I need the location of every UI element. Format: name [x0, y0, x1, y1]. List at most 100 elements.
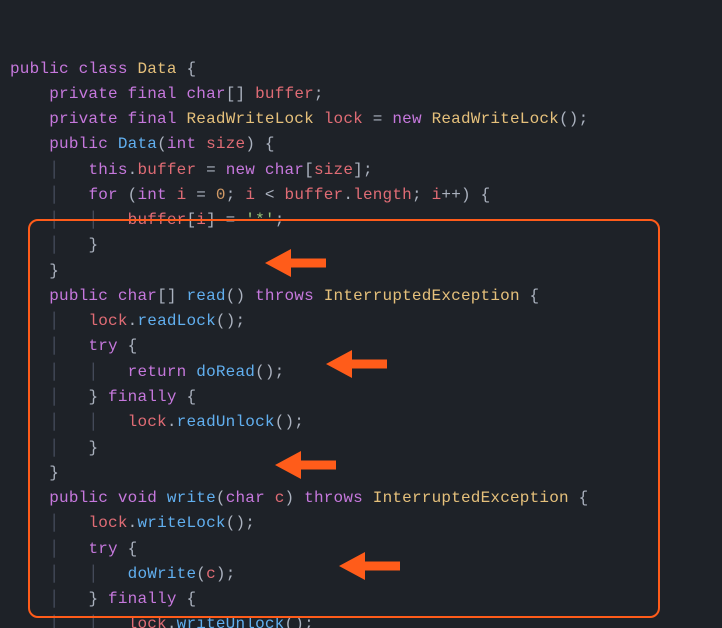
code-line: │ } — [10, 233, 722, 258]
token: lock — [88, 312, 127, 330]
token: │ — [49, 388, 88, 406]
token: │ — [49, 186, 88, 204]
token: Data — [137, 60, 176, 78]
code-line: │ try { — [10, 334, 722, 359]
token: try — [88, 540, 117, 558]
token: (); — [255, 363, 284, 381]
token — [196, 135, 206, 153]
token: public — [49, 287, 108, 305]
token: throws — [304, 489, 363, 507]
token: buffer — [137, 161, 196, 179]
code-line: │ │ lock.readUnlock(); — [10, 410, 722, 435]
token: char — [186, 85, 225, 103]
code-line: │ } — [10, 436, 722, 461]
code-line: private final char[] buffer; — [10, 82, 722, 107]
code-line: │ │ lock.writeUnlock(); — [10, 612, 722, 628]
token: } — [10, 464, 59, 482]
token: ReadWriteLock — [186, 110, 313, 128]
token — [10, 186, 49, 204]
token: (); — [226, 514, 255, 532]
token — [10, 363, 49, 381]
token: i — [432, 186, 442, 204]
token: . — [343, 186, 353, 204]
token — [10, 135, 49, 153]
token: i — [196, 211, 206, 229]
token — [10, 287, 49, 305]
token: writeUnlock — [177, 615, 285, 628]
token — [10, 590, 49, 608]
token — [128, 60, 138, 78]
token: final — [128, 85, 177, 103]
token — [10, 236, 49, 254]
token: } — [10, 262, 59, 280]
token: ++) { — [441, 186, 490, 204]
token: . — [167, 413, 177, 431]
token: new — [226, 161, 255, 179]
token: { — [569, 489, 589, 507]
token: lock — [128, 413, 167, 431]
token — [422, 110, 432, 128]
token: write — [167, 489, 216, 507]
token: public — [49, 135, 108, 153]
token — [118, 110, 128, 128]
token — [10, 439, 49, 457]
token: () — [226, 287, 255, 305]
token — [10, 489, 49, 507]
token — [10, 211, 49, 229]
token: ); — [216, 565, 236, 583]
token: │ │ — [49, 565, 127, 583]
code-line: │ for (int i = 0; i < buffer.length; i++… — [10, 183, 722, 208]
token: readLock — [137, 312, 215, 330]
token: final — [128, 110, 177, 128]
code-line: │ } finally { — [10, 587, 722, 612]
token — [314, 110, 324, 128]
token: ] = — [206, 211, 245, 229]
token — [69, 60, 79, 78]
token: ReadWriteLock — [432, 110, 559, 128]
code-editor: public class Data { private final char[]… — [0, 0, 722, 628]
token — [177, 110, 187, 128]
token: ; — [412, 186, 432, 204]
token: │ — [49, 161, 88, 179]
token: c — [275, 489, 285, 507]
token — [10, 413, 49, 431]
code-line: public void write(char c) throws Interru… — [10, 486, 722, 511]
token: public — [49, 489, 108, 507]
token — [10, 161, 49, 179]
token: { — [177, 590, 197, 608]
token — [186, 363, 196, 381]
code-line: private final ReadWriteLock lock = new R… — [10, 107, 722, 132]
code-line: │ lock.readLock(); — [10, 309, 722, 334]
token — [167, 186, 177, 204]
token: InterruptedException — [373, 489, 569, 507]
token — [10, 312, 49, 330]
token — [10, 337, 49, 355]
token: = — [186, 186, 215, 204]
token: { — [177, 388, 197, 406]
token: class — [79, 60, 128, 78]
token: . — [167, 615, 177, 628]
token: Data — [118, 135, 157, 153]
token — [108, 135, 118, 153]
token: c — [206, 565, 216, 583]
token: ( — [157, 135, 167, 153]
token: . — [128, 312, 138, 330]
token — [108, 287, 118, 305]
token: this — [88, 161, 127, 179]
token: doWrite — [128, 565, 197, 583]
token: ; — [275, 211, 285, 229]
token: │ — [49, 236, 88, 254]
token: { — [520, 287, 540, 305]
token — [363, 489, 373, 507]
token: } — [88, 439, 98, 457]
token: │ │ — [49, 363, 127, 381]
token — [265, 489, 275, 507]
token — [255, 161, 265, 179]
token: lock — [88, 514, 127, 532]
code-content: public class Data { private final char[]… — [10, 57, 722, 628]
token — [10, 514, 49, 532]
token: char — [118, 287, 157, 305]
code-line: public char[] read() throws InterruptedE… — [10, 284, 722, 309]
token: } — [88, 388, 108, 406]
token — [10, 110, 49, 128]
